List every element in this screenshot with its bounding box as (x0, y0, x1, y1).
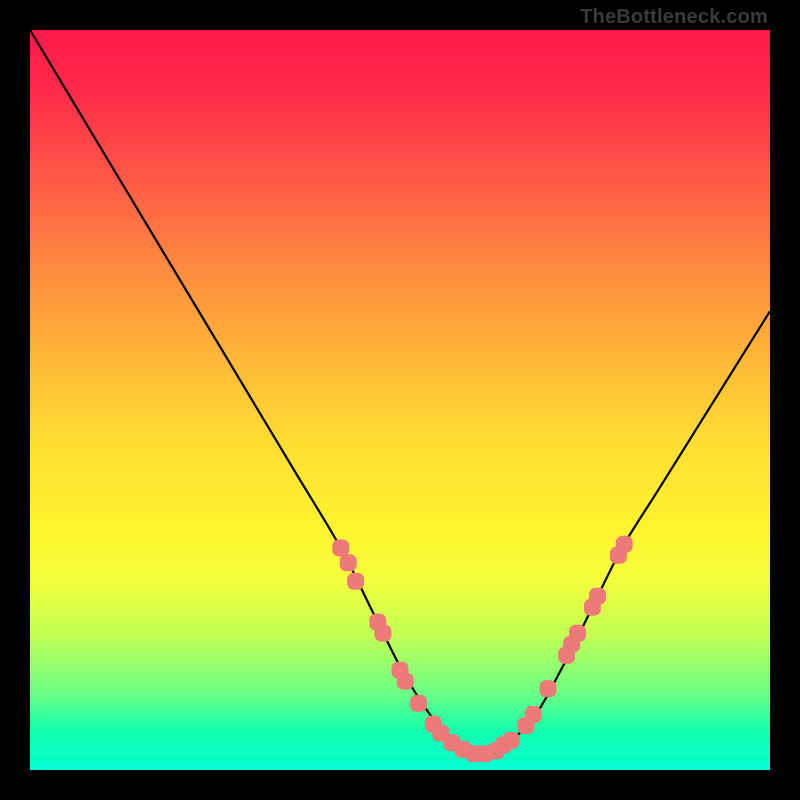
data-marker (370, 614, 386, 630)
data-marker (425, 716, 441, 732)
data-marker (590, 588, 606, 604)
data-marker (411, 695, 427, 711)
bottleneck-curve (30, 30, 770, 755)
data-marker (496, 737, 512, 753)
data-marker (518, 718, 534, 734)
attribution-label: TheBottleneck.com (580, 6, 768, 29)
data-marker (584, 599, 600, 615)
data-marker (570, 625, 586, 641)
data-marker (392, 662, 408, 678)
data-marker (540, 681, 556, 697)
data-marker (333, 540, 349, 556)
data-marker (564, 636, 580, 652)
data-marker (477, 746, 493, 762)
data-marker (488, 743, 504, 759)
data-marker (616, 536, 632, 552)
chart-container: TheBottleneck.com (0, 0, 800, 800)
data-marker (559, 647, 575, 663)
plot-area (30, 30, 770, 770)
data-markers (333, 536, 632, 761)
data-marker (348, 573, 364, 589)
data-marker (610, 547, 626, 563)
data-marker (397, 673, 413, 689)
data-marker (340, 555, 356, 571)
data-marker (503, 732, 519, 748)
chart-overlay (30, 30, 770, 770)
data-marker (525, 707, 541, 723)
data-marker (375, 625, 391, 641)
data-marker (433, 725, 449, 741)
data-marker (444, 735, 460, 751)
data-marker (466, 746, 482, 762)
data-marker (455, 741, 471, 757)
